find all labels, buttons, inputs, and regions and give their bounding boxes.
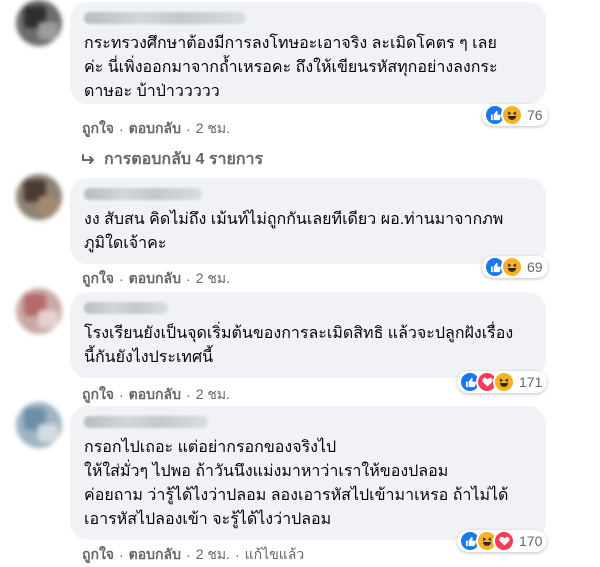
author-name-blurred[interactable] (84, 302, 168, 314)
comment-actions: ถูกใจ · ตอบกลับ · 2 ชม. (82, 384, 230, 406)
timestamp[interactable]: 2 ชม. (196, 544, 230, 566)
comment-actions: ถูกใจ · ตอบกลับ · 2 ชม. · แก้ไขแล้ว (82, 544, 304, 566)
haha-icon (501, 104, 523, 126)
separator: · (119, 547, 124, 563)
like-button[interactable]: ถูกใจ (82, 268, 114, 290)
comment-text: งง สับสน คิดไม่ถึง เม้นท์ไม่ถูกกันเลยทีเ… (84, 211, 504, 252)
author-name-blurred[interactable] (84, 12, 246, 24)
reply-button[interactable]: ตอบกลับ (129, 118, 181, 140)
separator: · (119, 387, 124, 403)
comment-text: กรอกไปเถอะ แต่อย่ากรอกของจริงไป ให้ใส่มั… (84, 439, 509, 528)
separator: · (119, 121, 124, 137)
comment-bubble: กระทรวงศึกษาต้องมีการลงโทษอะเอาจริง ละเม… (70, 2, 546, 104)
timestamp[interactable]: 2 ชม. (196, 384, 230, 406)
reaction-count: 76 (527, 107, 543, 123)
reaction-summary[interactable]: 69 (482, 256, 548, 278)
reaction-summary[interactable]: 171 (457, 371, 548, 393)
avatar[interactable] (16, 174, 62, 220)
reply-arrow-icon (82, 153, 94, 164)
like-button[interactable]: ถูกใจ (82, 118, 114, 140)
avatar[interactable] (16, 288, 62, 334)
comment-actions: ถูกใจ · ตอบกลับ · 2 ชม. (82, 268, 230, 290)
edited-label[interactable]: แก้ไขแล้ว (245, 544, 305, 566)
love-icon (493, 530, 515, 552)
comment-bubble: โรงเรียนยังเป็นจุดเริ่มต้นของการละเมิดสิ… (70, 292, 546, 378)
reply-button[interactable]: ตอบกลับ (129, 268, 181, 290)
separator: · (186, 121, 191, 137)
comment-bubble: กรอกไปเถอะ แต่อย่ากรอกของจริงไป ให้ใส่มั… (70, 406, 546, 540)
comment-actions: ถูกใจ · ตอบกลับ · 2 ชม. (82, 118, 230, 140)
separator: · (119, 271, 124, 287)
reaction-count: 170 (519, 533, 543, 549)
comment-bubble: งง สับสน คิดไม่ถึง เม้นท์ไม่ถูกกันเลยทีเ… (70, 178, 546, 264)
like-button[interactable]: ถูกใจ (82, 544, 114, 566)
reaction-count: 69 (527, 259, 543, 275)
author-name-blurred[interactable] (84, 416, 208, 428)
view-replies-link[interactable]: การตอบกลับ 4 รายการ (82, 147, 263, 172)
reaction-summary[interactable]: 170 (457, 530, 548, 552)
avatar[interactable] (16, 402, 62, 448)
separator: · (186, 387, 191, 403)
replies-label: การตอบกลับ 4 รายการ (104, 151, 264, 168)
reaction-summary[interactable]: 76 (482, 104, 548, 126)
author-name-blurred[interactable] (84, 188, 202, 200)
reply-button[interactable]: ตอบกลับ (129, 544, 181, 566)
reaction-count: 171 (519, 374, 543, 390)
separator: · (186, 547, 191, 563)
separator: · (234, 547, 240, 563)
avatar[interactable] (16, 0, 62, 46)
separator: · (186, 271, 191, 287)
reply-button[interactable]: ตอบกลับ (129, 384, 181, 406)
haha-icon (501, 256, 523, 278)
haha-icon (493, 371, 515, 393)
comment-text: โรงเรียนยังเป็นจุดเริ่มต้นของการละเมิดสิ… (84, 325, 514, 366)
timestamp[interactable]: 2 ชม. (196, 118, 230, 140)
comment-text: กระทรวงศึกษาต้องมีการลงโทษอะเอาจริง ละเม… (84, 35, 498, 100)
like-button[interactable]: ถูกใจ (82, 384, 114, 406)
timestamp[interactable]: 2 ชม. (196, 268, 230, 290)
